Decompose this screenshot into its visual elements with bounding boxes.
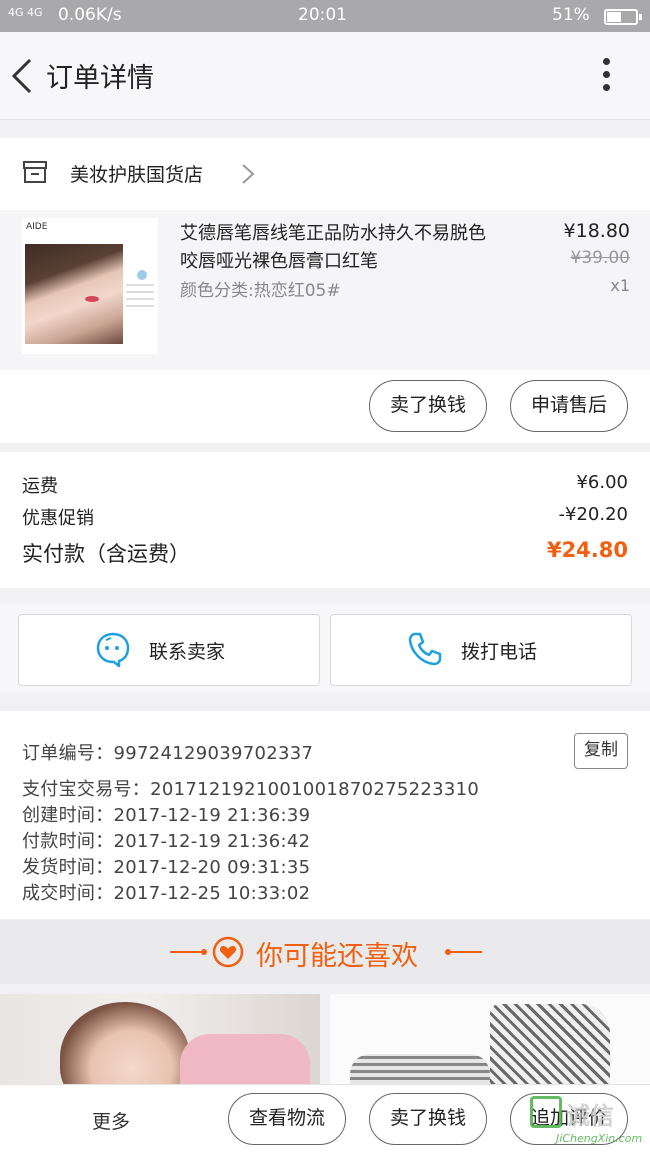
recommend-grid	[0, 994, 650, 1084]
watermark-text: 诚信	[566, 1102, 614, 1130]
more-button[interactable]: 更多	[92, 1107, 130, 1134]
page-title: 订单详情	[46, 63, 154, 94]
order-item-card: 美妆护肤国货店 AIDE 艾德唇笔唇线笔正品防水持久不易脱色咬唇哑光裸色唇膏口红…	[0, 138, 650, 443]
signal-indicator: 4G 4G	[8, 6, 43, 19]
nav-bar: 订单详情	[0, 32, 650, 120]
created-time: 创建时间：2017-12-19 21:36:39	[22, 805, 311, 826]
chat-bubble-icon	[96, 632, 130, 667]
site-watermark: 诚信 JiChengXin.com	[530, 1092, 648, 1152]
more-options-icon[interactable]	[596, 58, 616, 98]
model-photo	[25, 244, 123, 344]
product-row[interactable]: AIDE 艾德唇笔唇线笔正品防水持久不易脱色咬唇哑光裸色唇膏口红笔 颜色分类:热…	[0, 210, 650, 370]
product-title[interactable]: 艾德唇笔唇线笔正品防水持久不易脱色咬唇哑光裸色唇膏口红笔	[180, 220, 500, 276]
contact-seller-label: 联系卖家	[149, 641, 226, 663]
shop-row[interactable]: 美妆护肤国货店	[0, 138, 650, 210]
network-speed: 0.06K/s	[58, 5, 122, 25]
recommend-item-image[interactable]	[0, 994, 320, 1084]
product-quantity: x1	[610, 276, 630, 295]
contact-seller-button[interactable]: 联系卖家	[18, 614, 320, 686]
shipping-value: ¥6.00	[576, 472, 628, 493]
discount-value: -¥20.20	[558, 504, 628, 525]
watermark-logo-icon	[530, 1096, 562, 1128]
product-thumbnail[interactable]: AIDE	[22, 218, 158, 354]
chevron-right-icon	[242, 164, 255, 184]
product-brand: AIDE	[26, 222, 48, 232]
completed-time: 成交时间：2017-12-25 10:33:02	[22, 883, 311, 904]
recommend-header: 你可能还喜欢	[0, 920, 650, 984]
clock: 20:01	[298, 5, 347, 25]
recommend-item-image[interactable]	[330, 994, 650, 1084]
back-arrow-icon[interactable]	[8, 56, 38, 96]
call-phone-button[interactable]: 拨打电话	[330, 614, 632, 686]
order-info: 订单编号：99724129039702337 复制 支付宝交易号：2017121…	[0, 711, 650, 919]
product-price: ¥18.80	[563, 220, 630, 242]
fee-summary: 运费 ¥6.00 优惠促销 -¥20.20 实付款（含运费） ¥24.80	[0, 452, 650, 588]
paid-time: 付款时间：2017-12-19 21:36:42	[22, 831, 311, 852]
discount-label: 优惠促销	[22, 508, 94, 529]
status-bar: 4G 4G 0.06K/s 20:01 51%	[0, 0, 650, 32]
copy-button[interactable]: 复制	[574, 733, 628, 769]
resell-button[interactable]: 卖了换钱	[369, 380, 487, 432]
product-original-price: ¥39.00	[570, 248, 630, 268]
resell-button-bottom[interactable]: 卖了换钱	[369, 1093, 487, 1145]
battery-fill	[607, 12, 621, 22]
watermark-subtext: JiChengXin.com	[556, 1132, 643, 1145]
battery-percent: 51%	[552, 5, 590, 25]
recommend-title: 你可能还喜欢	[256, 941, 418, 972]
paid-value: ¥24.80	[546, 538, 628, 562]
contact-bar: 联系卖家 拨打电话	[0, 604, 650, 692]
call-phone-label: 拨打电话	[461, 641, 538, 663]
order-number: 订单编号：99724129039702337	[22, 743, 314, 764]
shipped-time: 发货时间：2017-12-20 09:31:35	[22, 857, 311, 878]
heart-icon	[212, 936, 244, 968]
paid-label: 实付款（含运费）	[22, 542, 190, 566]
alipay-trade-number: 支付宝交易号：2017121921001001870275223310	[22, 779, 480, 800]
product-spec: 颜色分类:热恋红05#	[180, 281, 341, 301]
battery-icon	[604, 9, 642, 25]
phone-icon	[408, 632, 442, 666]
shipping-label: 运费	[22, 476, 58, 497]
shop-icon	[23, 161, 47, 183]
shop-name[interactable]: 美妆护肤国货店	[70, 160, 203, 187]
after-sale-button[interactable]: 申请售后	[510, 380, 628, 432]
view-logistics-button[interactable]: 查看物流	[228, 1093, 346, 1145]
